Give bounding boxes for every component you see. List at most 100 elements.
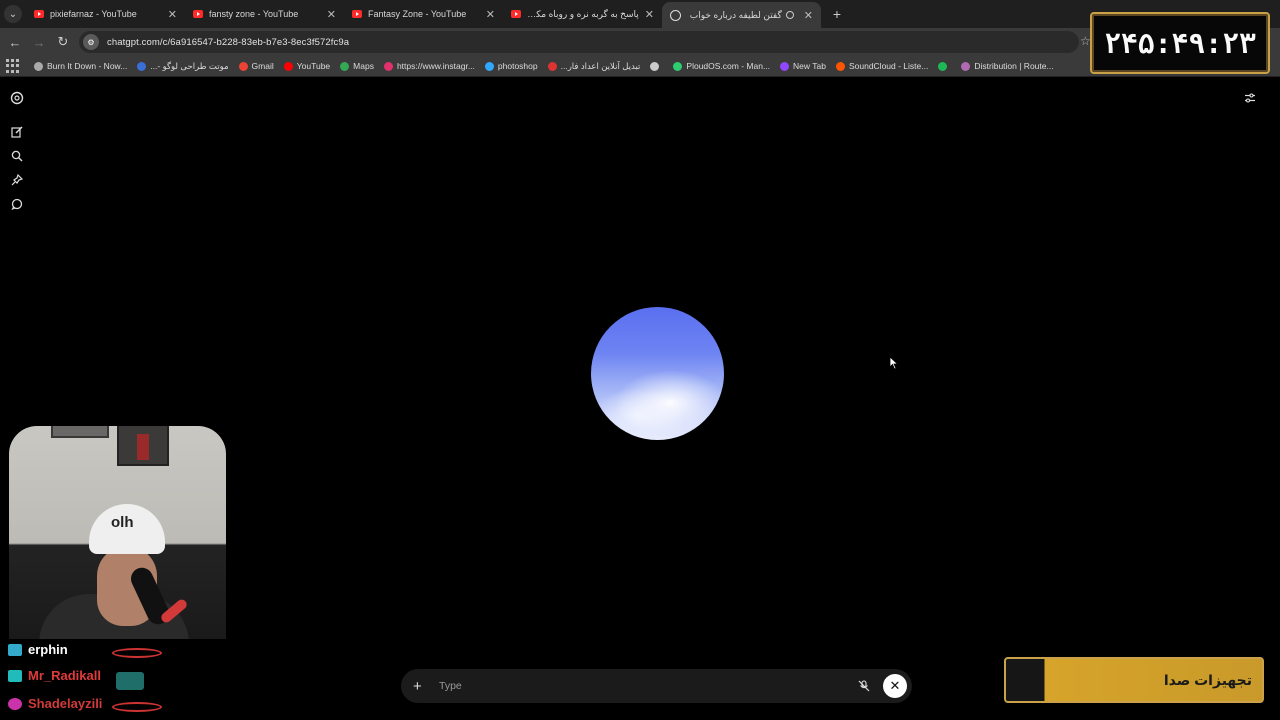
timer-text: ۲۴۵:۴۹:۲۳ [1104, 26, 1256, 60]
bookmark-item[interactable]: PloudOS.com - Man... [673, 61, 770, 71]
bookmark-favicon-icon [383, 61, 393, 71]
bookmark-favicon-icon [938, 61, 948, 71]
close-icon[interactable]: ✕ [645, 8, 654, 21]
apps-grid-icon[interactable] [6, 59, 20, 73]
close-icon[interactable]: ✕ [486, 8, 495, 21]
bookmark-label: Maps [353, 61, 374, 71]
youtube-icon [193, 10, 203, 18]
bookmark-item[interactable]: photoshop [484, 61, 538, 71]
recording-icon [785, 11, 794, 19]
bookmark-item[interactable]: موتت طراحی لوگو -... [137, 60, 229, 72]
openai-logo-icon[interactable] [9, 90, 25, 106]
chat-message: Mr_Radikall [8, 668, 101, 683]
tab-chatgpt-active[interactable]: گفتن لطیفه درباره خواب ✕ [662, 2, 821, 28]
bookmark-item[interactable]: Distribution | Route... [961, 61, 1054, 71]
youtube-icon [352, 10, 362, 18]
bookmark-favicon-icon [34, 61, 43, 71]
chat-message: erphin [8, 642, 68, 657]
chat-emote [116, 672, 144, 690]
browser-toolbar: ← → ↻ ⚙ chatgpt.com/c/6a916547-b228-83eb… [0, 28, 1280, 56]
tab-title: گفتن لطیفه درباره خواب [689, 9, 782, 20]
bookmark-item[interactable]: YouTube [283, 61, 331, 71]
bookmark-item[interactable]: SoundCloud - Liste... [835, 61, 928, 71]
bookmark-label: New Tab [793, 61, 826, 71]
bookmark-item[interactable] [650, 61, 663, 71]
bookmark-favicon-icon [650, 61, 660, 71]
bookmark-label: photoshop [497, 61, 538, 71]
voice-input-bar: + Type ✕ [401, 669, 912, 703]
tab-pixiefarnaz[interactable]: pixiefarnaz - YouTube ✕ [26, 0, 185, 28]
wall-picture [51, 426, 109, 438]
address-bar[interactable]: ⚙ chatgpt.com/c/6a916547-b228-83eb-b7e3-… [79, 31, 1079, 53]
stream-timer: ۲۴۵:۴۹:۲۳ [1090, 12, 1270, 74]
voice-mode-orb [591, 307, 724, 440]
bookmark-item[interactable]: New Tab [780, 61, 826, 71]
chat-badge-icon [8, 669, 22, 682]
tab-search-button[interactable]: ⌄ [0, 0, 26, 28]
chatgpt-sidebar [0, 78, 34, 438]
tab-fantasy-zone[interactable]: Fantasy Zone - YouTube ✕ [344, 0, 503, 28]
bookmark-label: Distribution | Route... [974, 61, 1054, 71]
webcam-overlay: olh [9, 426, 226, 639]
bookmark-item[interactable]: https://www.instagr... [383, 61, 475, 71]
bookmark-favicon-icon [238, 61, 248, 71]
tab-title: pixiefarnaz - YouTube [50, 9, 137, 19]
bookmark-favicon-icon [283, 61, 293, 71]
chat-username: Shadelayzili [28, 696, 103, 711]
bookmark-label: PloudOS.com - Man... [686, 61, 771, 71]
bookmark-favicon-icon [835, 61, 845, 71]
chevron-down-icon: ⌄ [4, 5, 22, 23]
site-info-icon[interactable]: ⚙ [83, 34, 99, 50]
bookmark-label: Burn It Down - Now... [47, 61, 128, 71]
tab-title: fansty zone - YouTube [209, 9, 299, 19]
new-tab-button[interactable]: + [827, 0, 847, 28]
close-icon[interactable]: ✕ [168, 8, 177, 21]
chat-username: Mr_Radikall [28, 668, 101, 683]
message-input[interactable]: Type [439, 680, 855, 692]
bookmark-favicon-icon [340, 61, 350, 71]
audio-gear-banner: تجهیزات صدا [1004, 657, 1264, 703]
chat-bubble-icon[interactable] [9, 196, 25, 212]
bookmark-label: Gmail [251, 61, 274, 71]
bookmark-item[interactable]: Maps [340, 61, 374, 71]
streamer-cap: olh [89, 504, 165, 554]
stream-chat-overlay: erphin Mr_Radikall Shadelayzili [0, 642, 230, 720]
chat-username: erphin [28, 642, 68, 657]
reload-button[interactable]: ↻ [51, 30, 75, 54]
add-attachment-button[interactable]: + [413, 678, 427, 695]
tab-title: پاسخ به گربه نره و روباه مکار - be [527, 8, 639, 19]
end-voice-button[interactable]: ✕ [883, 674, 907, 698]
bookmark-label: https://www.instagr... [396, 61, 475, 71]
bookmarks-bar: Burn It Down - Now... موتت طراحی لوگو -..… [0, 56, 1280, 77]
chat-message: Shadelayzili [8, 696, 102, 711]
pin-icon[interactable] [9, 172, 25, 188]
new-chat-icon[interactable] [9, 124, 25, 140]
tab-persian-video[interactable]: پاسخ به گربه نره و روباه مکار - be ✕ [503, 0, 662, 28]
bookmark-item[interactable]: Burn It Down - Now... [34, 61, 127, 71]
chat-emote [112, 648, 162, 658]
audio-banner-text: تجهیزات صدا [1163, 671, 1252, 688]
chat-badge-icon [8, 697, 22, 710]
tab-fansty-zone[interactable]: fansty zone - YouTube ✕ [185, 0, 344, 28]
browser-tab-strip: ⌄ pixiefarnaz - YouTube ✕ fansty zone - … [0, 0, 1280, 28]
close-icon[interactable]: ✕ [327, 8, 336, 21]
bookmark-item[interactable] [938, 61, 951, 71]
mouse-cursor-icon [889, 356, 899, 370]
bookmark-label: تبدیل آنلاین اعداد فار... [560, 60, 641, 71]
tab-title: Fantasy Zone - YouTube [368, 9, 467, 19]
chat-emote [112, 702, 162, 712]
bookmark-label: موتت طراحی لوگو -... [150, 60, 229, 71]
bookmark-favicon-icon [137, 61, 147, 71]
wall-poster [117, 426, 169, 466]
bookmark-item[interactable]: تبدیل آنلاین اعداد فار... [547, 60, 641, 72]
forward-button[interactable]: → [27, 30, 51, 54]
bookmark-label: YouTube [296, 61, 331, 71]
bookmark-item[interactable]: Gmail [238, 61, 274, 71]
youtube-icon [34, 10, 44, 18]
bookmark-favicon-icon [673, 61, 683, 71]
close-icon[interactable]: ✕ [804, 9, 813, 22]
sliders-icon[interactable] [1242, 90, 1258, 106]
search-icon[interactable] [9, 148, 25, 164]
mic-muted-button[interactable] [855, 677, 873, 695]
back-button[interactable]: ← [3, 30, 27, 54]
